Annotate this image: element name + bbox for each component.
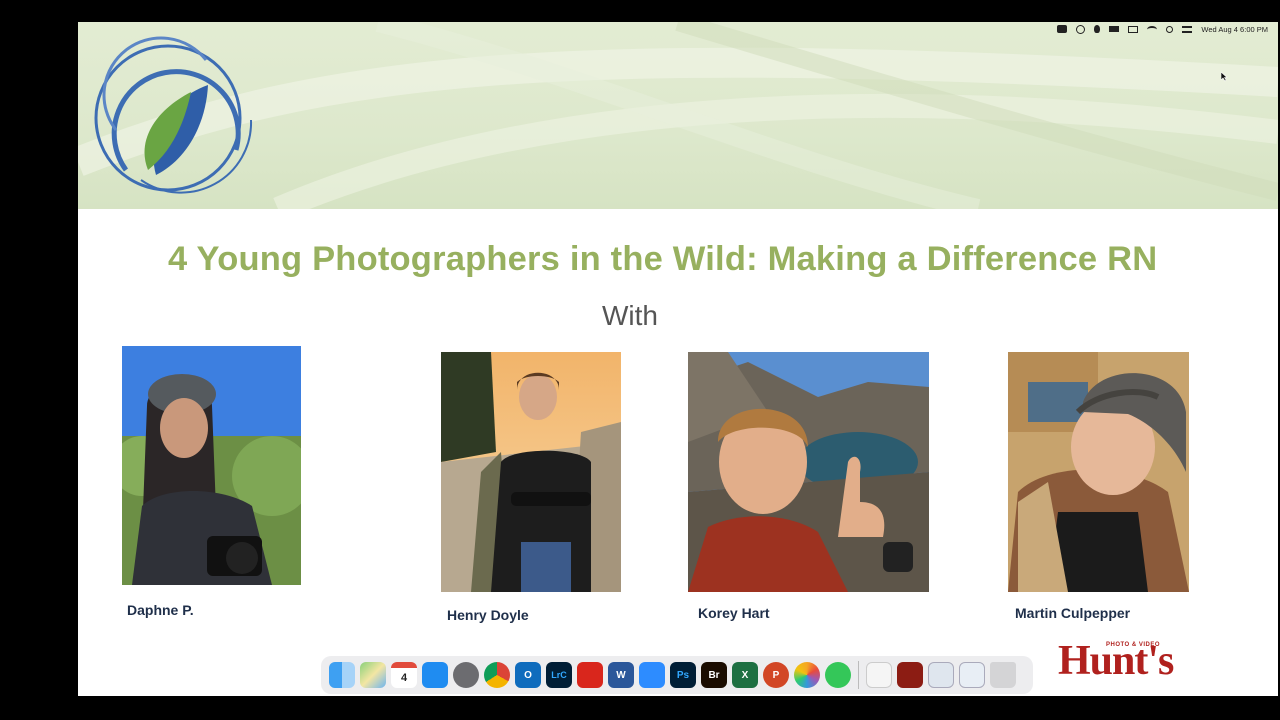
menu-bar-clock[interactable]: Wed Aug 4 6:00 PM [1201, 25, 1268, 34]
macos-dock: 4 O LrC W Ps Br X P [321, 656, 1033, 694]
excel-icon[interactable]: X [732, 662, 758, 688]
photo-henry [441, 352, 621, 592]
screen: Wed Aug 4 6:00 PM 4 Young Photographers … [78, 22, 1278, 696]
chrome-icon[interactable] [484, 662, 510, 688]
display-icon[interactable] [1128, 25, 1139, 33]
slide-banner: Wed Aug 4 6:00 PM [78, 22, 1278, 209]
lightroom-classic-icon[interactable]: LrC [546, 662, 572, 688]
powerpoint-icon[interactable]: P [763, 662, 789, 688]
screen-record-icon[interactable] [1057, 25, 1068, 33]
creative-cloud-icon[interactable] [1076, 24, 1086, 34]
outlook-icon[interactable]: O [515, 662, 541, 688]
hunts-logo: Hunt's [1058, 638, 1174, 684]
calendar-document-icon[interactable] [866, 662, 892, 688]
pdf-folder-icon[interactable] [897, 662, 923, 688]
slide-subtitle: With [602, 300, 658, 331]
finder-icon[interactable] [329, 662, 355, 688]
photographer-name: Martin Culpepper [1015, 605, 1131, 621]
photo-martin [1008, 352, 1189, 592]
slide-title: 4 Young Photographers in the Wild: Makin… [168, 240, 1158, 278]
photo-daphne [122, 346, 301, 585]
acrobat-icon[interactable] [577, 662, 603, 688]
photographer-name: Daphne P. [127, 602, 194, 618]
menu-bar: Wed Aug 4 6:00 PM [1057, 22, 1268, 36]
calendar-icon[interactable]: 4 [391, 662, 417, 688]
mouse-cursor-icon [1221, 72, 1228, 82]
word-icon[interactable]: W [608, 662, 634, 688]
leaf-logo [94, 36, 253, 194]
wifi-icon[interactable] [1147, 25, 1158, 33]
photo-korey [688, 352, 929, 592]
system-preferences-icon[interactable] [453, 662, 479, 688]
dropbox-icon[interactable] [1094, 25, 1101, 33]
photographer-name: Korey Hart [698, 605, 770, 621]
app-store-icon[interactable] [422, 662, 448, 688]
dock-separator [858, 661, 859, 689]
search-icon[interactable] [1166, 25, 1174, 33]
window-preview-icon[interactable] [928, 662, 954, 688]
window-preview-icon[interactable] [959, 662, 985, 688]
bridge-icon[interactable]: Br [701, 662, 727, 688]
maps-icon[interactable] [360, 662, 386, 688]
control-center-icon[interactable] [1182, 25, 1193, 33]
photos-icon[interactable] [794, 662, 820, 688]
messages-icon[interactable] [825, 662, 851, 688]
photographer-name: Henry Doyle [447, 607, 529, 623]
trash-icon[interactable] [990, 662, 1016, 688]
truck-icon[interactable] [1109, 26, 1120, 32]
photoshop-icon[interactable]: Ps [670, 662, 696, 688]
zoom-icon[interactable] [639, 662, 665, 688]
